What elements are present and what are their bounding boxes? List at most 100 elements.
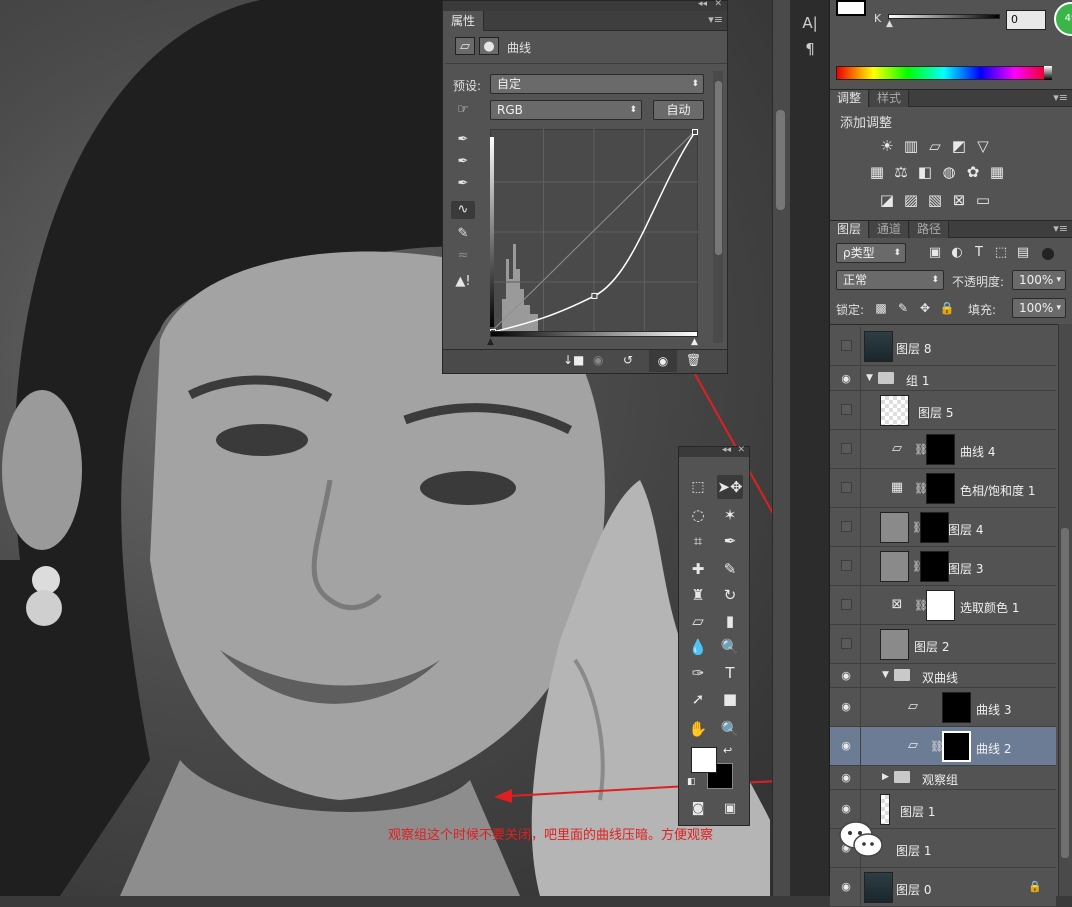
collapse-icon[interactable]: ◂◂ [722,445,731,455]
eyedropper-tool-icon[interactable]: ✒ [717,529,743,553]
layer-row[interactable]: 图层 2 [830,625,1056,664]
curve-control-point[interactable] [591,292,598,299]
panel-menu-icon[interactable]: ▾≡ [708,13,723,26]
history-brush-tool-icon[interactable]: ↻ [717,583,743,607]
layer-row[interactable]: ⛓ 图层 3 [830,547,1056,586]
filter-shape-icon[interactable]: ⬚ [990,243,1012,263]
layer-row[interactable]: 图层 8 [830,327,1056,366]
visibility-toggle[interactable] [841,560,852,571]
brush-tool-icon[interactable]: ✎ [717,557,743,581]
edit-points-curve-icon[interactable]: ∿ [451,201,475,219]
invert-icon[interactable]: ◪ [876,190,898,210]
lock-transparent-icon[interactable]: ▩ [870,298,892,318]
auto-button[interactable]: 自动 [653,100,704,120]
eye-icon[interactable]: ◉ [838,699,854,715]
smooth-curve-icon[interactable]: ≈ [453,247,473,265]
layers-scroll-thumb[interactable] [1061,528,1069,858]
link-icon[interactable]: ⛓ [914,598,928,614]
gray-point-eyedropper-icon[interactable]: ✒ [453,153,473,171]
pencil-draw-icon[interactable]: ✎ [453,225,473,243]
color-lookup-icon[interactable]: ▦ [986,162,1008,182]
black-point-eyedropper-icon[interactable]: ✒ [453,131,473,149]
delete-trash-icon[interactable]: 🗑 [686,353,701,367]
clone-stamp-tool-icon[interactable]: ♜ [685,583,711,607]
pen-tool-icon[interactable]: ✑ [685,661,711,685]
visibility-toggle[interactable] [841,340,852,351]
tab-styles[interactable]: 样式 [870,90,910,107]
lock-position-icon[interactable]: ✥ [914,298,936,318]
hue-saturation-icon[interactable]: ▦ [866,162,888,182]
layer-row[interactable]: ⛓ 图层 4 [830,508,1056,547]
close-icon[interactable]: ✕ [714,0,722,9]
disclosure-triangle-icon[interactable]: ▶ [882,771,892,783]
visibility-toggle[interactable] [841,638,852,649]
layer-row[interactable]: ⊠ ⛓ 选取颜色 1 [830,586,1056,625]
quick-mask-icon[interactable]: ◙ [685,797,711,821]
lock-image-icon[interactable]: ✎ [892,298,914,318]
link-icon[interactable]: ⛓ [930,739,944,755]
blur-tool-icon[interactable]: 💧 [685,635,711,659]
layer-row[interactable]: ◉ ▱ 曲线 3 [830,688,1056,727]
tab-channels[interactable]: 通道 [870,221,910,238]
eye-icon[interactable]: ◉ [838,801,854,817]
close-icon[interactable]: ✕ [737,445,745,455]
toolbox-grip[interactable]: ◂◂ ✕ [679,445,749,457]
visibility-toggle[interactable] [841,404,852,415]
eraser-tool-icon[interactable]: ▱ [685,609,711,633]
group-row[interactable]: ◉ ▶ 观察组 [830,766,1056,790]
curves-graph[interactable] [490,129,698,335]
filter-pixel-icon[interactable]: ▣ [924,243,946,263]
eye-icon[interactable]: ◉ [838,668,854,684]
visibility-toggle[interactable] [841,443,852,454]
foreground-swatch[interactable] [836,0,866,16]
clipping-warning-icon[interactable]: ▲! [451,273,475,291]
fill-field[interactable]: 100% ▾ [1012,298,1066,318]
k-value-field[interactable]: 0 [1006,10,1046,30]
swap-colors-icon[interactable]: ↩ [723,744,732,757]
exposure-icon[interactable]: ◩ [948,136,970,156]
visibility-eye-icon[interactable]: ◉ [649,350,677,372]
crop-tool-icon[interactable]: ⌗ [685,529,711,553]
link-icon[interactable]: ⛓ [914,481,928,497]
filter-adjustment-icon[interactable]: ◐ [946,243,968,263]
channel-mixer-icon[interactable]: ✿ [962,162,984,182]
gradient-tool-icon[interactable]: ▮ [717,609,743,633]
visibility-toggle[interactable] [841,521,852,532]
filter-toggle[interactable] [1042,248,1054,260]
canvas-scroll-thumb[interactable] [776,110,785,210]
disclosure-triangle-icon[interactable]: ▼ [882,669,892,681]
reset-icon[interactable]: ↺ [623,353,633,367]
eye-icon[interactable]: ◉ [838,371,854,387]
photo-filter-icon[interactable]: ◍ [938,162,960,182]
gradient-map-icon[interactable]: ▭ [972,190,994,210]
link-icon[interactable]: ⛓ [912,520,926,536]
tab-adjustments[interactable]: 调整 [830,90,870,107]
tab-paths[interactable]: 路径 [910,221,950,238]
clip-to-layer-icon[interactable]: ↓■ [563,353,584,367]
disclosure-triangle-icon[interactable]: ▼ [866,372,876,384]
magic-wand-tool-icon[interactable]: ✶ [717,503,743,527]
dodge-tool-icon[interactable]: 🔍 [717,635,743,659]
path-selection-tool-icon[interactable]: ➚ [685,687,711,711]
white-slider-icon[interactable]: ▲ [691,337,698,347]
threshold-icon[interactable]: ▧ [924,190,946,210]
lock-all-icon[interactable]: 🔒 [936,298,958,318]
layer-row[interactable]: ▦ ⛓ 色相/饱和度 1 [830,469,1056,508]
curve-control-point[interactable] [692,129,698,135]
brightness-icon[interactable]: ☀ [876,136,898,156]
group-row[interactable]: ◉ ▼ 双曲线 [830,664,1056,688]
props-scroll-thumb[interactable] [715,81,722,255]
color-balance-icon[interactable]: ⚖ [890,162,912,182]
lasso-tool-icon[interactable]: ◌ [685,503,711,527]
k-slider-track[interactable] [888,14,1000,19]
screen-mode-icon[interactable]: ▣ [717,797,743,821]
vibrance-icon[interactable]: ▽ [972,136,994,156]
layer-row[interactable]: ▱ ⛓ 曲线 4 [830,430,1056,469]
visibility-toggle[interactable] [841,599,852,610]
blend-mode-select[interactable]: 正常 ⬍ [836,270,944,290]
paragraph-panel-icon[interactable]: ¶ [798,38,822,60]
link-icon[interactable]: ⛓ [912,559,926,575]
layer-row-selected[interactable]: ◉ ▱ ⛓ 曲线 2 [830,727,1056,766]
move-tool-icon[interactable]: ➤✥ [717,475,743,499]
panel-grip[interactable]: ◂◂ ✕ [443,0,727,11]
